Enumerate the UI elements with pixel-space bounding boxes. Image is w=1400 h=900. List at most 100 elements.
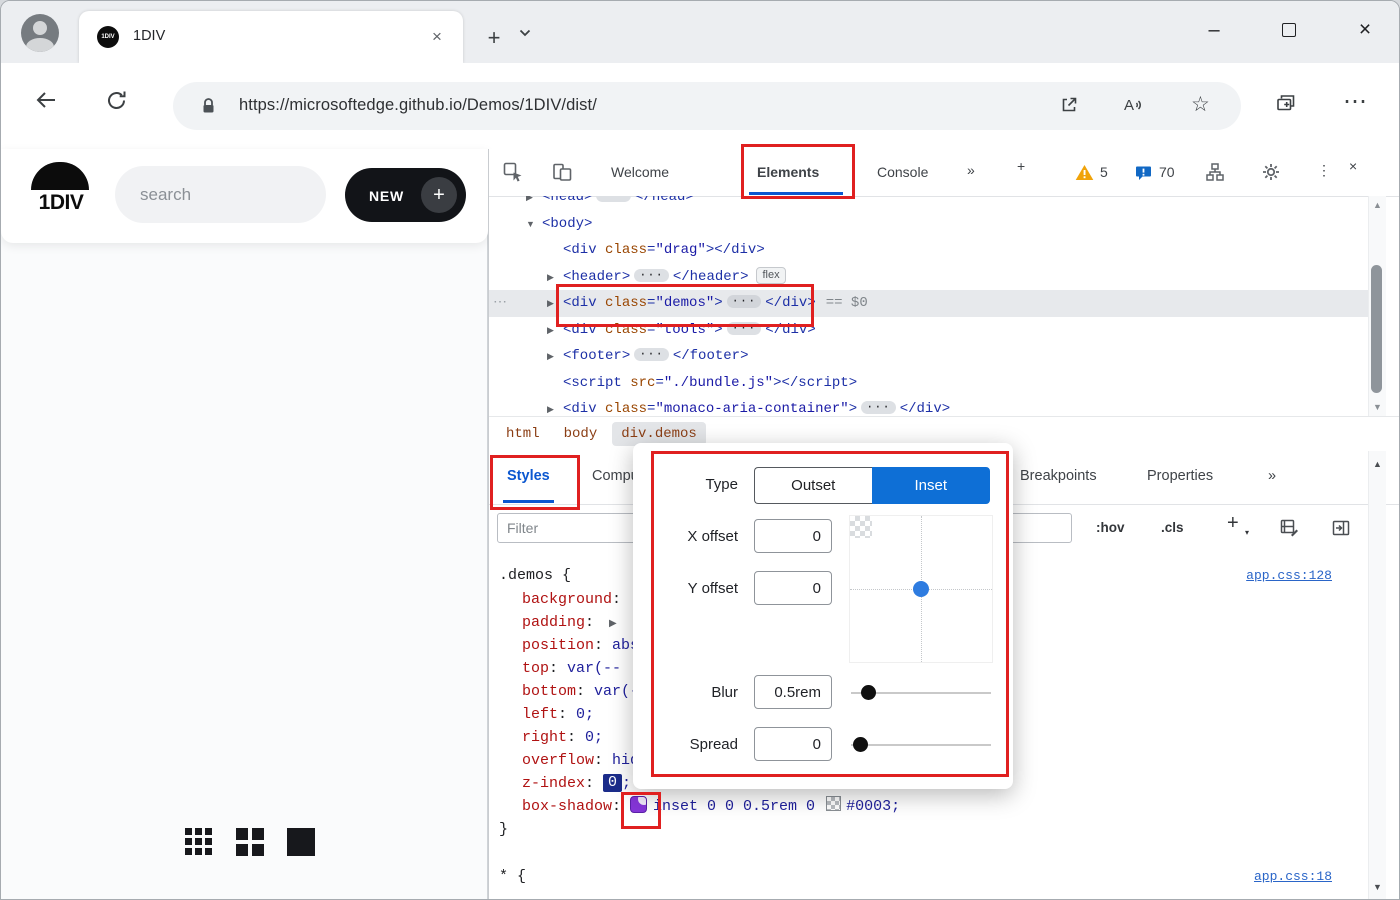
back-button[interactable] xyxy=(33,88,59,112)
new-style-rule-icon[interactable]: + xyxy=(1227,512,1239,535)
inspect-element-icon[interactable] xyxy=(502,161,524,183)
devtools-menu-icon[interactable]: ⋮ xyxy=(1317,162,1331,179)
breadcrumb-item-body[interactable]: body xyxy=(555,422,607,446)
favorites-star-icon[interactable]: ☆ xyxy=(1191,92,1210,117)
sidebar-tab-[interactable]: » xyxy=(1268,468,1276,484)
new-demo-button[interactable]: NEW + xyxy=(345,168,466,222)
edit-styles-icon[interactable] xyxy=(1279,518,1299,538)
collapsed-content-icon[interactable]: ··· xyxy=(634,268,669,282)
dom-tree-line[interactable]: ▶<head>···</head> xyxy=(489,196,1368,211)
expand-arrow-icon[interactable]: ▶ xyxy=(547,396,563,416)
collapsed-content-icon[interactable]: ··· xyxy=(726,295,762,308)
dom-token: header xyxy=(689,268,741,285)
collapsed-content-icon[interactable]: ··· xyxy=(634,348,669,361)
toggle-element-classes[interactable]: .cls xyxy=(1161,520,1184,535)
sidebar-tab-properties[interactable]: Properties xyxy=(1147,468,1213,484)
styles-scrollbar[interactable]: ▲ ▼ xyxy=(1368,451,1386,899)
expand-arrow-icon[interactable]: ▶ xyxy=(526,196,542,211)
window-minimize-button[interactable]: – xyxy=(1197,13,1231,47)
spread-slider-thumb[interactable] xyxy=(853,737,868,752)
warning-icon[interactable] xyxy=(1075,164,1094,181)
flex-badge[interactable]: flex xyxy=(756,266,786,284)
breadcrumb-item-html[interactable]: html xyxy=(497,422,549,446)
tab-actions-chevron-icon[interactable] xyxy=(519,29,531,37)
add-devtools-tab-icon[interactable]: + xyxy=(1017,158,1025,174)
expand-arrow-icon[interactable]: ▶ xyxy=(547,343,563,370)
more-tabs-icon[interactable]: » xyxy=(967,162,975,178)
profile-avatar[interactable] xyxy=(21,14,59,52)
new-rule-caret-icon[interactable]: ▾ xyxy=(1245,528,1249,537)
x-offset-input[interactable] xyxy=(754,519,832,553)
browser-tab[interactable]: 1DIV 1DIV × xyxy=(79,11,463,63)
stylesheet-link[interactable]: app.css:128 xyxy=(1246,564,1332,588)
dom-tree-line[interactable]: ▶ <div class="tools"> ··· </div> xyxy=(489,317,1368,344)
collapsed-content-icon[interactable]: ··· xyxy=(726,321,762,335)
tab-close-icon[interactable]: × xyxy=(425,25,449,49)
y-offset-input[interactable] xyxy=(754,571,832,605)
sidebar-tab-breakpoints[interactable]: Breakpoints xyxy=(1020,468,1097,484)
issues-icon[interactable] xyxy=(1135,165,1152,181)
address-bar[interactable]: https://microsoftedge.github.io/Demos/1D… xyxy=(173,82,1241,130)
scroll-up-icon[interactable]: ▲ xyxy=(1369,200,1386,210)
dom-tree-line[interactable]: ▼ <body> xyxy=(489,211,1368,238)
settings-gear-icon[interactable] xyxy=(1261,162,1281,182)
window-close-button[interactable]: × xyxy=(1348,13,1382,47)
spread-input[interactable] xyxy=(754,727,832,761)
focus-mode-icon[interactable] xyxy=(1205,162,1225,182)
dom-tree-line[interactable]: <script src="./bundle.js"></script> xyxy=(489,370,1368,397)
refresh-button[interactable] xyxy=(105,89,128,112)
collapse-arrow-icon[interactable]: ▼ xyxy=(526,211,542,238)
collapsed-content-icon[interactable]: ··· xyxy=(596,196,632,202)
scroll-up-icon[interactable]: ▲ xyxy=(1369,459,1386,469)
dom-tree-line[interactable]: ▶ <footer> ··· </footer> xyxy=(489,343,1368,370)
browser-menu-icon[interactable]: ⋯ xyxy=(1343,87,1367,116)
expand-arrow-icon[interactable]: ▶ xyxy=(547,290,563,317)
expand-arrow-icon[interactable]: ▶ xyxy=(547,264,563,291)
window-maximize-button[interactable] xyxy=(1272,13,1306,47)
inset-button[interactable]: Inset xyxy=(871,467,990,504)
warning-count[interactable]: 5 xyxy=(1100,164,1108,180)
open-sidebar-icon[interactable] xyxy=(1331,518,1351,538)
offset-2d-pad[interactable] xyxy=(849,515,993,663)
scroll-down-icon[interactable]: ▼ xyxy=(1369,402,1386,412)
share-icon[interactable] xyxy=(1059,95,1079,115)
grid-view-medium-icon[interactable] xyxy=(236,828,264,856)
blur-slider-thumb[interactable] xyxy=(861,685,876,700)
outset-button[interactable]: Outset xyxy=(754,467,872,504)
expand-arrow-icon[interactable]: ▶ xyxy=(547,317,563,344)
single-view-icon[interactable] xyxy=(287,828,315,856)
scroll-down-icon[interactable]: ▼ xyxy=(1369,882,1386,892)
url-text[interactable]: https://microsoftedge.github.io/Demos/1D… xyxy=(239,96,597,115)
sidebar-tab-styles[interactable]: Styles xyxy=(503,468,554,503)
tab-console[interactable]: Console xyxy=(877,164,928,180)
dom-tree-line[interactable]: <div class="drag"></div> xyxy=(489,237,1368,264)
tab-welcome[interactable]: Welcome xyxy=(611,164,669,180)
lock-icon[interactable] xyxy=(201,97,216,115)
dom-tree-line[interactable]: ▶ <header> ··· </header> flex xyxy=(489,264,1368,291)
tab-elements[interactable]: Elements xyxy=(757,164,819,180)
new-tab-button[interactable]: + xyxy=(479,25,509,51)
dom-scrollbar-thumb[interactable] xyxy=(1371,265,1382,393)
dom-tree-line[interactable]: ⋯ ▶ <div class="demos"> ··· </div> == $0 xyxy=(489,290,1368,317)
collapsed-content-icon[interactable]: ··· xyxy=(861,401,896,414)
blur-slider[interactable] xyxy=(851,685,991,700)
collections-icon[interactable] xyxy=(1275,93,1297,113)
color-swatch-icon[interactable] xyxy=(826,796,842,811)
stylesheet-link[interactable]: app.css:18 xyxy=(1254,865,1332,889)
device-emulation-icon[interactable] xyxy=(551,161,573,183)
row-actions-icon[interactable]: ⋯ xyxy=(493,290,507,317)
expand-shorthand-icon[interactable]: ▶ xyxy=(609,619,617,630)
grid-view-small-icon[interactable] xyxy=(185,828,212,855)
spread-slider[interactable] xyxy=(851,737,991,752)
dom-tree-line[interactable]: ▶ <div class="monaco-aria-container"> ··· <… xyxy=(489,396,1368,417)
devtools-close-icon[interactable]: × xyxy=(1349,158,1357,174)
shadow-editor-icon[interactable] xyxy=(630,796,648,813)
site-search-input[interactable] xyxy=(115,166,326,223)
blur-input[interactable] xyxy=(754,675,832,709)
offset-handle[interactable] xyxy=(913,581,929,597)
toggle-hover-state[interactable]: :hov xyxy=(1096,520,1125,535)
read-aloud-icon[interactable]: A xyxy=(1123,95,1145,115)
css-declaration[interactable]: box-shadow: inset 0 0 0.5rem 0 #0003; xyxy=(489,795,1368,818)
issues-count[interactable]: 70 xyxy=(1159,164,1175,180)
dom-token: div xyxy=(731,242,757,258)
